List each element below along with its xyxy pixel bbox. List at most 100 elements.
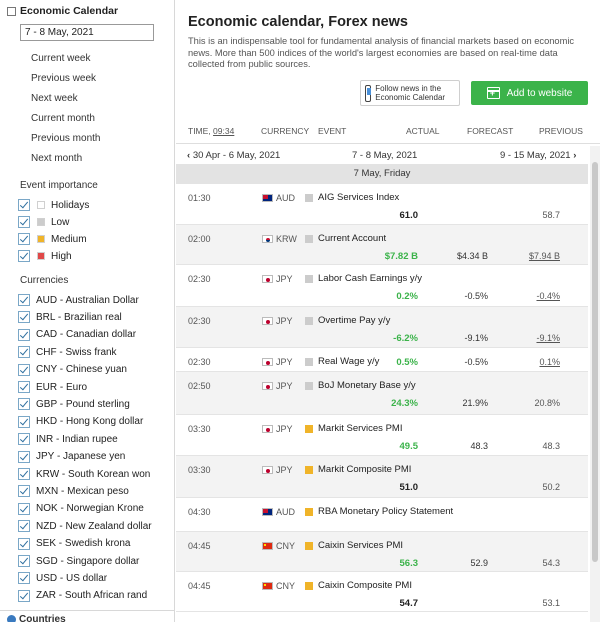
event-name[interactable]: Markit Composite PMI: [318, 464, 411, 475]
currency-checkbox[interactable]: [18, 555, 30, 567]
currency-option-3[interactable]: CHF - Swiss frank: [18, 344, 117, 360]
currency-checkbox[interactable]: [18, 502, 30, 515]
event-time: 02:30: [188, 316, 211, 326]
col-time-value[interactable]: 09:34: [213, 126, 234, 136]
table-row[interactable]: 04:45 CNY Caixin Services PMI 56.3 52.9 54.3: [176, 532, 588, 572]
table-row[interactable]: 02:50 JPY BoJ Monetary Base y/y 24.3% 21.9% 2…: [176, 372, 588, 415]
table-row[interactable]: 02:30 JPY Labor Cash Earnings y/y 0.2% -0.5%…: [176, 265, 588, 307]
sidebar-divider: [0, 610, 174, 611]
date-range-input[interactable]: [20, 24, 154, 41]
currency-option-15[interactable]: SGD - Singapore dollar: [18, 553, 139, 569]
importance-checkbox[interactable]: [18, 250, 30, 262]
col-previous: PREVIOUS: [539, 126, 583, 136]
importance-checkbox[interactable]: [18, 233, 30, 245]
currency-option-10[interactable]: KRW - South Korean won: [18, 466, 150, 482]
follow-news-button[interactable]: Follow news in the Economic Calendar: [360, 80, 460, 106]
currency-checkbox[interactable]: [18, 415, 30, 428]
event-actual: 61.0: [399, 210, 419, 221]
chevron-right-icon: ›: [573, 150, 577, 161]
currency-checkbox[interactable]: [18, 485, 30, 498]
prev-week-label: 30 Apr - 6 May, 2021: [192, 150, 281, 161]
period-next-week[interactable]: Next week: [31, 93, 78, 104]
event-actual: 51.0: [399, 482, 419, 493]
event-name[interactable]: RBA Monetary Policy Statement: [318, 506, 453, 517]
currency-checkbox[interactable]: [18, 311, 30, 324]
currency-checkbox[interactable]: [18, 450, 30, 463]
table-row[interactable]: 03:30 JPY Markit Services PMI 49.5 48.3 48.3: [176, 415, 588, 456]
col-time[interactable]: TIME, 09:34: [188, 126, 234, 136]
calendar-icon: [7, 6, 16, 16]
table-row[interactable]: 02:00 KRW Current Account $7.82 B $4.34 B $7.…: [176, 225, 588, 265]
table-row[interactable]: 04:30 AUD RBA Monetary Policy Statement: [176, 498, 588, 532]
event-name[interactable]: Labor Cash Earnings y/y: [318, 273, 422, 284]
currency-option-13[interactable]: NZD - New Zealand dollar: [18, 518, 152, 534]
currency-option-9[interactable]: JPY - Japanese yen: [18, 449, 125, 465]
importance-checkbox[interactable]: [18, 216, 30, 228]
currency-label: KRW - South Korean won: [36, 468, 151, 480]
table-row[interactable]: 03:30 JPY Markit Composite PMI 51.0 50.2: [176, 456, 588, 498]
currency-checkbox[interactable]: [18, 589, 30, 602]
importance-option-3[interactable]: High: [18, 248, 72, 264]
importance-checkbox[interactable]: [18, 199, 30, 211]
event-name[interactable]: Real Wage y/y: [318, 356, 379, 367]
event-currency: AUD: [276, 507, 296, 517]
currency-option-6[interactable]: GBP - Pound sterling: [18, 396, 130, 412]
currency-option-5[interactable]: EUR - Euro: [18, 379, 87, 395]
add-widget-icon: [486, 87, 500, 99]
event-forecast: -9.1%: [464, 333, 488, 343]
period-current-week[interactable]: Current week: [31, 53, 90, 64]
scrollbar-thumb[interactable]: [592, 162, 598, 562]
currency-checkbox[interactable]: [18, 537, 30, 550]
currency-checkbox[interactable]: [18, 363, 30, 376]
event-name[interactable]: Caixin Services PMI: [318, 540, 403, 551]
currency-option-0[interactable]: AUD - Australian Dollar: [18, 292, 139, 308]
event-name[interactable]: Caixin Composite PMI: [318, 580, 412, 591]
table-row[interactable]: 04:45 CNY Caixin Composite PMI 54.7 53.1: [176, 572, 588, 612]
currency-option-4[interactable]: CNY - Chinese yuan: [18, 362, 127, 378]
follow-news-label: Follow news in the Economic Calendar: [375, 84, 446, 102]
period-next-month[interactable]: Next month: [31, 153, 82, 164]
currency-checkbox[interactable]: [18, 468, 30, 480]
currency-label: CAD - Canadian dollar: [36, 329, 137, 341]
event-name[interactable]: BoJ Monetary Base y/y: [318, 380, 416, 391]
period-previous-month[interactable]: Previous month: [31, 133, 100, 144]
importance-option-2[interactable]: Medium: [18, 231, 87, 247]
add-to-website-label: Add to website: [506, 87, 573, 99]
currency-option-16[interactable]: USD - US dollar: [18, 570, 107, 586]
currency-option-2[interactable]: CAD - Canadian dollar: [18, 327, 136, 343]
event-name[interactable]: Overtime Pay y/y: [318, 315, 390, 326]
period-current-month[interactable]: Current month: [31, 113, 95, 124]
period-previous-week[interactable]: Previous week: [31, 73, 96, 84]
currency-checkbox[interactable]: [18, 328, 30, 341]
currency-checkbox[interactable]: [18, 572, 30, 585]
prev-week-link[interactable]: ‹ 30 Apr - 6 May, 2021: [187, 150, 280, 161]
currency-option-12[interactable]: NOK - Norwegian Krone: [18, 501, 144, 517]
table-row[interactable]: 01:30 AUD AIG Services Index 61.0 58.7: [176, 184, 588, 225]
currency-option-1[interactable]: BRL - Brazilian real: [18, 309, 122, 325]
event-name[interactable]: Current Account: [318, 233, 386, 244]
event-previous: 48.3: [542, 441, 560, 451]
countries-heading: Countries: [19, 614, 66, 622]
currency-checkbox[interactable]: [18, 294, 30, 306]
event-name[interactable]: Markit Services PMI: [318, 423, 402, 434]
event-previous: 54.3: [542, 558, 560, 568]
event-name[interactable]: AIG Services Index: [318, 192, 399, 203]
currency-option-17[interactable]: ZAR - South African rand: [18, 588, 147, 604]
currency-checkbox[interactable]: [18, 381, 30, 393]
add-to-website-button[interactable]: Add to website: [471, 81, 588, 105]
importance-option-0[interactable]: Holidays: [18, 197, 89, 213]
next-week-link[interactable]: 9 - 15 May, 2021 ›: [500, 150, 576, 161]
currency-checkbox[interactable]: [18, 433, 30, 446]
scrollbar[interactable]: [590, 146, 600, 622]
currency-option-11[interactable]: MXN - Mexican peso: [18, 483, 129, 499]
currency-checkbox[interactable]: [18, 520, 30, 533]
table-row[interactable]: 02:30 JPY Real Wage y/y 0.5% -0.5% 0.1%: [176, 348, 588, 372]
countries-section[interactable]: Countries: [7, 614, 66, 622]
currency-checkbox[interactable]: [18, 398, 30, 411]
currency-checkbox[interactable]: [18, 346, 30, 359]
table-row[interactable]: 02:30 JPY Overtime Pay y/y -6.2% -9.1% -9.1%: [176, 307, 588, 348]
importance-option-1[interactable]: Low: [18, 214, 69, 230]
currency-option-14[interactable]: SEK - Swedish krona: [18, 536, 131, 552]
currency-option-8[interactable]: INR - Indian rupee: [18, 431, 118, 447]
currency-option-7[interactable]: HKD - Hong Kong dollar: [18, 414, 143, 430]
